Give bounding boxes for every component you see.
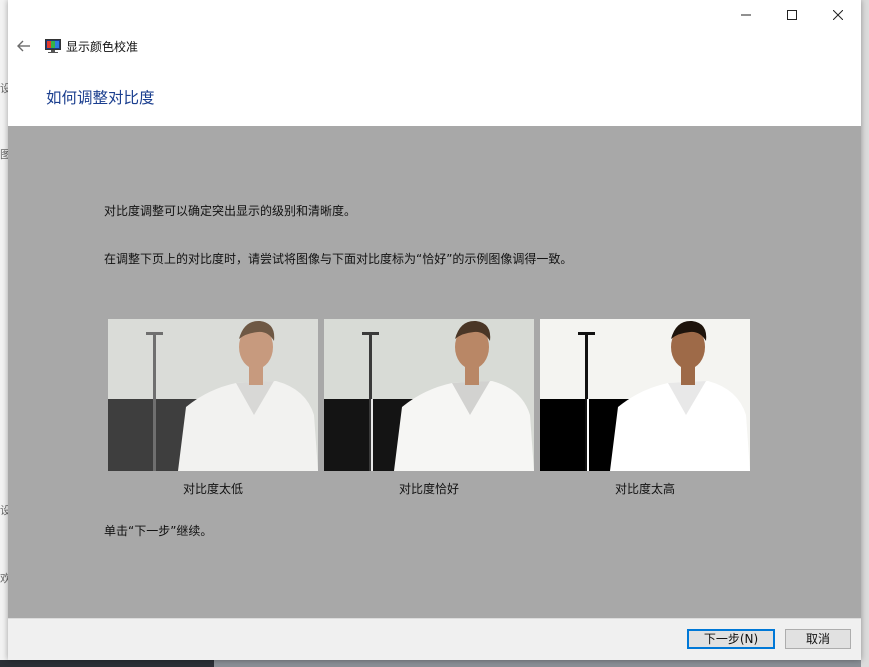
desktop-edge [861,0,869,667]
maximize-icon [787,10,797,20]
sample-image-high-contrast [540,319,750,471]
sample-caption: 对比度太低 [182,482,243,496]
instruction-text: 对比度调整可以确定突出显示的级别和清晰度。 [104,204,357,218]
background-text: 图 [0,148,8,160]
close-icon [833,10,843,20]
minimize-icon [741,14,751,16]
sample-image-low-contrast [108,319,318,471]
back-arrow-icon [17,40,30,52]
sample-caption: 对比度恰好 [398,482,459,496]
continue-instruction: 单击“下一步”继续。 [104,524,213,538]
calibration-window: 显示颜色校准 如何调整对比度 对比度调整可以确定突出显示的级别和清晰度。 在调整… [8,0,861,660]
sample-image-good-contrast [324,319,534,471]
close-button[interactable] [815,0,861,30]
content-area: 对比度调整可以确定突出显示的级别和清晰度。 在调整下页上的对比度时，请尝试将图像… [8,126,861,618]
display-color-icon [45,39,61,53]
page-heading: 如何调整对比度 [46,89,155,107]
back-button[interactable] [14,36,34,56]
background-window-strip: 设 图 设 欢 [0,0,8,667]
instruction-text: 在调整下页上的对比度时，请尝试将图像与下面对比度标为“恰好”的示例图像调得一致。 [104,252,573,266]
taskbar-fragment [0,660,214,667]
background-text: 欢 [0,572,8,584]
navigation-row: 显示颜色校准 [8,32,861,60]
next-button[interactable]: 下一步(N) [687,629,775,649]
maximize-button[interactable] [769,0,815,30]
sample-caption: 对比度太高 [614,482,675,496]
button-bar: 下一步(N) 取消 [8,618,861,660]
cancel-button[interactable]: 取消 [785,629,851,649]
title-bar [8,0,861,30]
window-title: 显示颜色校准 [66,40,139,54]
background-text: 设 [0,82,8,94]
minimize-button[interactable] [723,0,769,30]
background-text: 设 [0,504,8,516]
